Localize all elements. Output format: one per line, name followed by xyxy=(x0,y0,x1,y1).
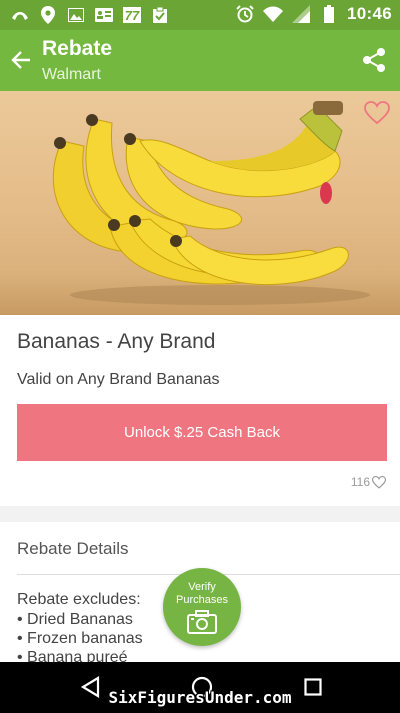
verify-label-line2: Purchases xyxy=(176,594,228,606)
unlock-cash-back-button[interactable]: Unlock $.25 Cash Back xyxy=(17,404,387,461)
verify-purchases-button[interactable]: Verify Purchases xyxy=(163,568,241,646)
favorite-button[interactable] xyxy=(364,101,392,127)
product-image xyxy=(0,91,400,315)
system-nav-bar: SixFiguresUnder.com xyxy=(0,662,400,713)
page-title: Rebate xyxy=(42,37,113,60)
valid-on-text: Valid on Any Brand Bananas xyxy=(17,371,220,388)
clock: 10:46 xyxy=(347,4,392,23)
list-item: • Dried Bananas xyxy=(17,611,133,628)
excludes-heading: Rebate excludes: xyxy=(17,591,141,608)
banana-bunch-illustration xyxy=(52,101,370,305)
image-icon xyxy=(66,5,86,25)
like-counter[interactable]: 116 xyxy=(351,475,386,489)
rebate-details-heading: Rebate Details xyxy=(17,539,129,558)
battery-icon xyxy=(319,4,339,24)
back-button[interactable] xyxy=(8,46,36,74)
list-item: • Frozen bananas xyxy=(17,630,143,647)
app-bar: Rebate Walmart xyxy=(0,30,400,91)
heart-outline-icon xyxy=(372,475,386,489)
system-icons: 10:46 xyxy=(235,4,392,24)
camera-icon xyxy=(187,610,217,634)
clipboard-check-icon xyxy=(150,5,170,25)
like-count: 116 xyxy=(350,475,370,489)
missed-call-icon xyxy=(10,5,30,25)
verify-label: Verify Purchases xyxy=(163,581,241,607)
share-icon xyxy=(363,48,385,72)
excludes-list: • Dried Bananas • Frozen bananas • Banan… xyxy=(17,610,143,667)
news-77-icon: 77 xyxy=(122,5,142,25)
store-name: Walmart xyxy=(42,66,101,83)
svg-text:77: 77 xyxy=(125,8,140,23)
notification-icons: 77 xyxy=(10,5,170,25)
signal-icon xyxy=(291,4,311,24)
contact-card-icon xyxy=(94,5,114,25)
heart-outline-icon xyxy=(364,101,390,125)
wifi-icon xyxy=(263,4,284,24)
watermark: SixFiguresUnder.com xyxy=(108,688,292,707)
alarm-icon xyxy=(235,4,255,24)
location-pin-icon xyxy=(38,5,58,25)
share-button[interactable] xyxy=(360,46,388,74)
back-arrow-icon xyxy=(11,51,30,69)
verify-label-line1: Verify xyxy=(188,581,216,593)
product-name: Bananas - Any Brand xyxy=(17,330,216,353)
status-bar: 77 10:46 xyxy=(0,0,400,30)
product-card: Bananas - Any Brand Valid on Any Brand B… xyxy=(0,315,400,506)
